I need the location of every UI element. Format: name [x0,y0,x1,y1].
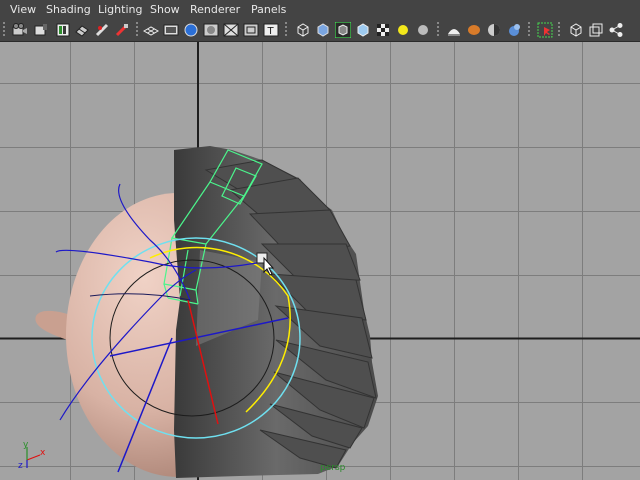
toolbar-separator [3,22,5,38]
menu-shading[interactable]: Shading [46,3,91,16]
ambient-occlusion-icon[interactable] [486,22,502,38]
menu-panels[interactable]: Panels [251,3,286,16]
toolbar-separator [437,22,439,38]
isolate-select-icon[interactable] [537,22,553,38]
xray-active-components-icon[interactable] [588,22,604,38]
gate-mask-icon[interactable] [203,22,219,38]
axis-label-z: z [18,461,23,471]
axis-label-y: y [23,440,29,450]
bookmark-camera-icon[interactable] [33,22,49,38]
viewport-canvas[interactable]: persp x y z [0,42,640,480]
grid-icon[interactable] [143,22,159,38]
xray-icon[interactable] [355,22,371,38]
use-all-lights-icon[interactable] [395,22,411,38]
toolbar-separator [528,22,530,38]
toolbar-separator [558,22,560,38]
textured-icon[interactable] [375,22,391,38]
antialiasing-icon[interactable] [506,22,522,38]
panel-menubar: View Shading Lighting Show Renderer Pane… [0,0,640,19]
backface-culling-icon[interactable] [608,22,624,38]
film-gate-icon[interactable] [163,22,179,38]
2d-pan-zoom-icon[interactable] [74,22,90,38]
wireframe-icon[interactable] [295,22,311,38]
svg-text:T: T [267,26,275,37]
hair-mesh[interactable] [174,146,378,478]
menu-view[interactable]: View [10,3,36,16]
toolbar-separator [136,22,138,38]
camera-attributes-icon[interactable] [12,22,28,38]
smooth-shade-icon[interactable] [315,22,331,38]
menu-renderer[interactable]: Renderer [190,3,240,16]
shadows-icon[interactable] [415,22,431,38]
camera-name-label: persp [320,463,346,473]
menu-lighting[interactable]: Lighting [98,3,142,16]
motion-blur-icon[interactable] [466,22,482,38]
grease-pencil-icon[interactable] [94,22,110,38]
toolbar-separator [285,22,287,38]
field-chart-icon[interactable] [223,22,239,38]
wireframe-on-shaded-icon[interactable] [335,22,351,38]
image-plane-icon[interactable] [55,22,71,38]
menu-show[interactable]: Show [150,3,180,16]
safe-action-icon[interactable] [243,22,259,38]
panel-toolbar: T [0,19,640,42]
axis-label-x: x [40,448,46,458]
snapshot-icon[interactable] [114,22,130,38]
xray-joints-icon[interactable] [568,22,584,38]
perspective-viewport[interactable]: persp x y z [0,42,640,480]
resolution-gate-icon[interactable] [183,22,199,38]
safe-title-icon[interactable]: T [263,22,279,38]
hardware-fog-icon[interactable] [446,22,462,38]
